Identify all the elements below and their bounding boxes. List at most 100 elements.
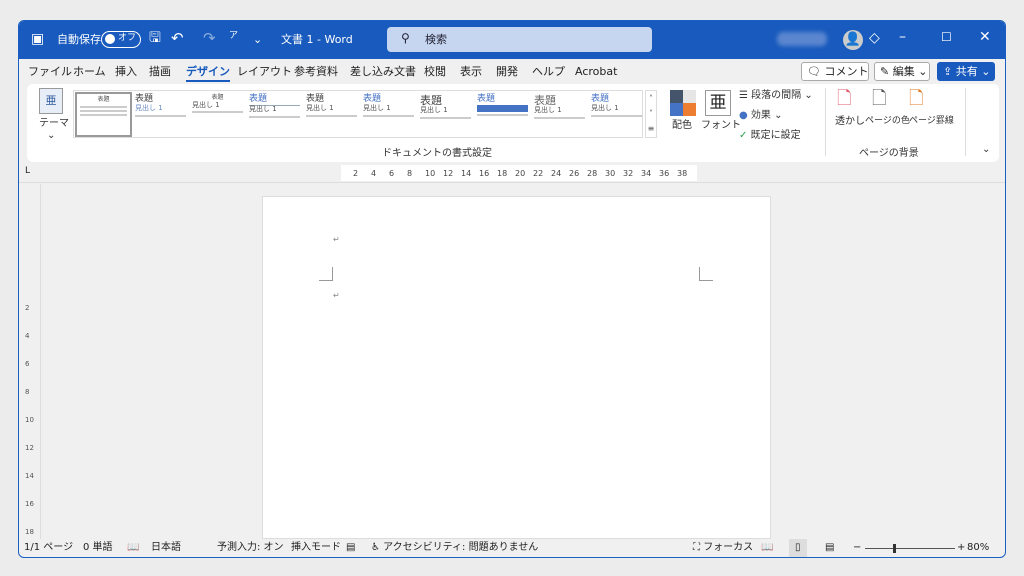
collapse-ribbon-icon[interactable]: ⌄ bbox=[982, 144, 990, 156]
horizontal-ruler[interactable]: L 2 4 6 8 10 12 14 16 18 20 22 24 26 28 30 32 34 36 38 bbox=[19, 163, 1005, 183]
zoom-out-button[interactable]: − bbox=[853, 542, 861, 554]
furigana-icon[interactable]: ア bbox=[229, 31, 238, 42]
ruler-number: 8 bbox=[25, 388, 30, 396]
tab-references[interactable]: 参考資料 bbox=[294, 65, 338, 78]
account-name-blurred bbox=[777, 32, 827, 46]
style-item[interactable]: 表題 見出し 1 bbox=[303, 92, 360, 137]
comment-button[interactable]: 🗨 コメント ⌄ bbox=[801, 62, 881, 81]
customize-qat-icon[interactable]: ⌄ bbox=[253, 33, 262, 46]
minimize-button[interactable]: – bbox=[899, 29, 906, 46]
zoom-level[interactable]: 80% bbox=[967, 542, 989, 554]
style-heading: 見出し 1 bbox=[534, 106, 562, 115]
scroll-down-icon[interactable]: ˅ bbox=[646, 106, 656, 121]
vertical-ruler[interactable]: 2 4 6 8 10 12 14 16 18 bbox=[19, 184, 41, 539]
watermark-icon[interactable]: 🗋 bbox=[837, 88, 851, 110]
style-item[interactable]: 表題 見出し 1 bbox=[246, 92, 303, 137]
avatar[interactable]: 👤 bbox=[843, 30, 863, 50]
diamond-icon[interactable]: ◇ bbox=[869, 30, 880, 47]
tab-home[interactable]: ホーム bbox=[73, 65, 106, 78]
save-icon[interactable]: 🖫 bbox=[149, 30, 161, 47]
style-item[interactable]: 表題 見出し 1 bbox=[417, 92, 474, 137]
tab-insert[interactable]: 挿入 bbox=[115, 65, 137, 78]
margin-corner-right bbox=[699, 267, 713, 281]
style-item[interactable]: 表題 見出し 1 bbox=[132, 92, 189, 137]
ruler-number: 36 bbox=[659, 169, 670, 178]
accessibility-label: アクセシビリティ: 問題ありません bbox=[383, 542, 539, 553]
paragraph-mark: ↵ bbox=[333, 291, 340, 300]
tab-view[interactable]: 表示 bbox=[460, 65, 482, 78]
scroll-up-icon[interactable]: ˄ bbox=[646, 91, 656, 106]
watermark-button[interactable]: 透かし bbox=[835, 116, 865, 128]
comment-label: コメント bbox=[824, 65, 869, 78]
page-borders-button[interactable]: ページ罫線 bbox=[909, 116, 954, 127]
tab-review[interactable]: 校閲 bbox=[424, 65, 446, 78]
style-item[interactable]: 表題 見出し 1 bbox=[189, 92, 246, 137]
search-box[interactable]: ⚲ 検索 bbox=[387, 27, 652, 52]
tab-design[interactable]: デザイン bbox=[186, 65, 230, 83]
focus-button[interactable]: ⛶ フォーカス bbox=[693, 542, 753, 554]
set-default-button[interactable]: ✓ 既定に設定 bbox=[739, 130, 801, 142]
text-prediction[interactable]: 予測入力: オン bbox=[217, 542, 284, 554]
macro-icon[interactable]: ▤ bbox=[346, 542, 355, 554]
ruler-number: 10 bbox=[25, 416, 34, 424]
maximize-button[interactable]: ☐ bbox=[941, 30, 952, 44]
ruler-number: 20 bbox=[515, 169, 526, 178]
proofing-icon[interactable]: 📖 bbox=[127, 542, 139, 554]
language[interactable]: 日本語 bbox=[151, 542, 181, 554]
zoom-slider[interactable] bbox=[865, 544, 955, 553]
tab-draw[interactable]: 描画 bbox=[149, 65, 171, 78]
search-icon: ⚲ bbox=[401, 31, 410, 45]
style-item[interactable]: 表題 bbox=[75, 92, 132, 137]
check-circle-icon: ✓ bbox=[739, 130, 748, 141]
redo-icon[interactable]: ↷ bbox=[203, 29, 216, 47]
style-item[interactable]: 表題 bbox=[474, 92, 531, 137]
page-color-icon[interactable]: 🗋 bbox=[872, 88, 886, 110]
tab-help[interactable]: ヘルプ bbox=[532, 65, 565, 78]
word-count[interactable]: 0 単語 bbox=[83, 542, 113, 554]
document-page[interactable]: ↵ ↵ bbox=[262, 196, 771, 539]
status-bar: 1/1 ページ 0 単語 📖 日本語 予測入力: オン 挿入モード ▤ ♿ アク… bbox=[19, 539, 1005, 557]
more-icon[interactable]: ≡ bbox=[646, 121, 656, 136]
print-layout-icon[interactable]: ▯ bbox=[789, 539, 807, 557]
style-item[interactable]: 表題 見出し 1 bbox=[360, 92, 417, 137]
insert-mode[interactable]: 挿入モード bbox=[291, 542, 341, 554]
tab-layout[interactable]: レイアウト bbox=[237, 65, 292, 78]
theme-icon[interactable]: 亜 bbox=[39, 88, 63, 114]
colors-icon[interactable] bbox=[670, 90, 696, 116]
zoom-in-button[interactable]: + bbox=[957, 542, 965, 554]
group-page-background: ページの背景 bbox=[859, 148, 919, 159]
autosave-toggle[interactable]: オフ bbox=[101, 31, 141, 48]
web-layout-icon[interactable]: ▤ bbox=[825, 542, 834, 554]
style-heading: 見出し 1 bbox=[192, 100, 220, 109]
fonts-icon[interactable]: 亜 bbox=[705, 90, 731, 116]
paragraph-spacing-button[interactable]: ☰ 段落の間隔 ⌄ bbox=[739, 90, 813, 102]
gallery-scroll[interactable]: ˄ ˅ ≡ bbox=[645, 90, 657, 138]
page-borders-icon[interactable]: 🗋 bbox=[909, 88, 923, 110]
page-count[interactable]: 1/1 ページ bbox=[24, 542, 73, 554]
tab-stop-icon[interactable]: L bbox=[25, 166, 30, 177]
style-item[interactable]: 表題 見出し 1 bbox=[588, 92, 645, 137]
style-heading: 見出し 1 bbox=[363, 103, 391, 112]
fonts-button[interactable]: フォント bbox=[701, 120, 741, 132]
page-color-button[interactable]: ページの色 bbox=[865, 116, 910, 127]
read-mode-icon[interactable]: 📖 bbox=[761, 542, 773, 554]
tab-file[interactable]: ファイル bbox=[28, 65, 72, 78]
theme-button[interactable]: テーマ bbox=[39, 118, 69, 130]
ruler-number: 18 bbox=[25, 528, 34, 536]
accessibility-status[interactable]: ♿ アクセシビリティ: 問題ありません bbox=[371, 542, 538, 554]
effects-button[interactable]: ● 効果 ⌄ bbox=[739, 110, 782, 122]
edit-button[interactable]: ✎ 編集 ⌄ bbox=[874, 62, 930, 81]
tab-acrobat[interactable]: Acrobat bbox=[575, 65, 617, 78]
style-heading: 見出し 1 bbox=[135, 103, 163, 112]
close-button[interactable]: ✕ bbox=[979, 29, 991, 46]
chevron-down-icon: ⌄ bbox=[47, 130, 56, 141]
undo-icon[interactable]: ↶ bbox=[171, 29, 184, 47]
tab-mailings[interactable]: 差し込み文書 bbox=[350, 65, 416, 78]
zoom-slider-thumb[interactable] bbox=[893, 544, 896, 553]
colors-button[interactable]: 配色 bbox=[672, 120, 692, 132]
word-window: ▣ 自動保存 オフ 🖫 ↶ ↷ ア ⌄ 文書 1 - Word ⚲ 検索 👤 ◇… bbox=[18, 20, 1006, 558]
document-title: 文書 1 - Word bbox=[281, 33, 353, 46]
tab-developer[interactable]: 開発 bbox=[496, 65, 518, 78]
style-item[interactable]: 表題 見出し 1 bbox=[531, 92, 588, 137]
share-button[interactable]: ⇪ 共有 ⌄ bbox=[937, 62, 995, 81]
